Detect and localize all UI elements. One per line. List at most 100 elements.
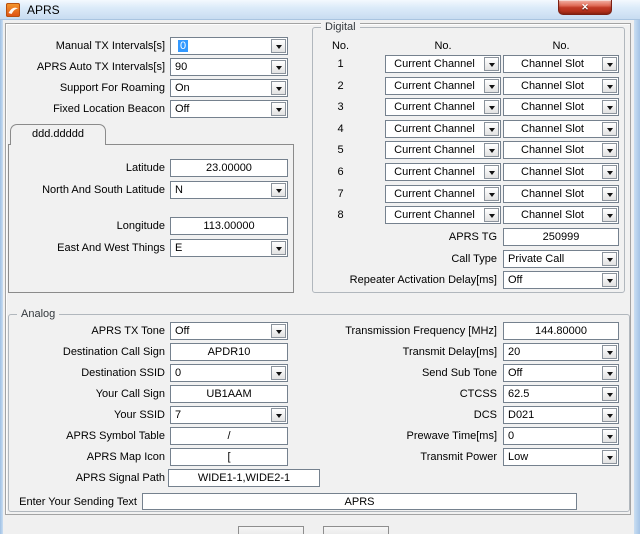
fixed-location-beacon-label: Fixed Location Beacon xyxy=(2,100,165,118)
digital-row-no: 4 xyxy=(318,120,363,138)
digital-channel-select-2[interactable]: Current Channel xyxy=(385,77,501,95)
digital-slot-select-5[interactable]: Channel Slot xyxy=(503,141,619,159)
prewave-time-label: Prewave Time[ms] xyxy=(280,427,497,445)
destination-ssid-select[interactable]: 0 xyxy=(170,364,288,382)
dropdown-arrow-icon[interactable] xyxy=(484,122,499,136)
dropdown-arrow-icon[interactable] xyxy=(602,57,617,71)
your-ssid-select[interactable]: 7 xyxy=(170,406,288,424)
digital-slot-select-8[interactable]: Channel Slot xyxy=(503,206,619,224)
bottom-button-left[interactable] xyxy=(238,526,304,534)
dropdown-arrow-icon[interactable] xyxy=(484,143,499,157)
transmit-delay-select[interactable]: 20 xyxy=(503,343,619,361)
aprs-tg-field[interactable]: 250999 xyxy=(503,228,619,246)
digital-group-label: Digital xyxy=(321,20,360,34)
transmission-frequency-field[interactable]: 144.80000 xyxy=(503,322,619,340)
sending-text-field[interactable]: APRS xyxy=(142,493,577,510)
ctcss-label: CTCSS xyxy=(280,385,497,403)
longitude-field[interactable]: 113.00000 xyxy=(170,217,288,235)
dropdown-arrow-icon[interactable] xyxy=(271,81,286,95)
east-west-select[interactable]: E xyxy=(170,239,288,257)
aprs-tx-tone-select[interactable]: Off xyxy=(170,322,288,340)
app-logo-icon xyxy=(6,3,20,17)
fixed-location-beacon-select[interactable]: Off xyxy=(170,100,288,118)
latitude-field[interactable]: 23.00000 xyxy=(170,159,288,177)
dropdown-arrow-icon[interactable] xyxy=(484,57,499,71)
aprs-tg-label: APRS TG xyxy=(280,228,497,246)
aprs-signal-path-field[interactable]: WIDE1-1,WIDE2-1 xyxy=(168,469,320,487)
digital-row-no: 7 xyxy=(318,185,363,203)
transmit-delay-label: Transmit Delay[ms] xyxy=(280,343,497,361)
your-call-sign-field[interactable]: UB1AAM xyxy=(170,385,288,403)
dropdown-arrow-icon[interactable] xyxy=(602,208,617,222)
digital-slot-select-2[interactable]: Channel Slot xyxy=(503,77,619,95)
digital-row-no: 1 xyxy=(318,55,363,73)
dropdown-arrow-icon[interactable] xyxy=(602,100,617,114)
dropdown-arrow-icon[interactable] xyxy=(271,60,286,74)
dropdown-arrow-icon[interactable] xyxy=(602,273,617,287)
dropdown-arrow-icon[interactable] xyxy=(602,252,617,266)
east-west-label: East And West Things xyxy=(2,239,165,257)
dropdown-arrow-icon[interactable] xyxy=(271,102,286,116)
digital-slot-select-1[interactable]: Channel Slot xyxy=(503,55,619,73)
repeater-activation-delay-select[interactable]: Off xyxy=(503,271,619,289)
dropdown-arrow-icon[interactable] xyxy=(602,187,617,201)
dcs-select[interactable]: D021 xyxy=(503,406,619,424)
digital-channel-select-7[interactable]: Current Channel xyxy=(385,185,501,203)
dropdown-arrow-icon[interactable] xyxy=(271,39,286,53)
latitude-label: Latitude xyxy=(2,159,165,177)
send-sub-tone-label: Send Sub Tone xyxy=(280,364,497,382)
prewave-time-select[interactable]: 0 xyxy=(503,427,619,445)
aprs-auto-tx-intervals-label: APRS Auto TX Intervals[s] xyxy=(2,58,165,76)
destination-call-sign-label: Destination Call Sign xyxy=(2,343,165,361)
dropdown-arrow-icon[interactable] xyxy=(602,429,617,443)
ctcss-select[interactable]: 62.5 xyxy=(503,385,619,403)
aprs-signal-path-label: APRS Signal Path xyxy=(2,469,165,487)
digital-slot-select-4[interactable]: Channel Slot xyxy=(503,120,619,138)
north-south-label: North And South Latitude xyxy=(2,181,165,199)
digital-slot-select-3[interactable]: Channel Slot xyxy=(503,98,619,116)
support-for-roaming-label: Support For Roaming xyxy=(2,79,165,97)
call-type-select[interactable]: Private Call xyxy=(503,250,619,268)
digital-row-no: 2 xyxy=(318,77,363,95)
dropdown-arrow-icon[interactable] xyxy=(602,165,617,179)
digital-slot-select-7[interactable]: Channel Slot xyxy=(503,185,619,203)
sending-text-label: Enter Your Sending Text xyxy=(0,493,137,511)
digital-slot-select-6[interactable]: Channel Slot xyxy=(503,163,619,181)
digital-channel-select-1[interactable]: Current Channel xyxy=(385,55,501,73)
destination-ssid-label: Destination SSID xyxy=(2,364,165,382)
dropdown-arrow-icon[interactable] xyxy=(602,143,617,157)
digital-channel-select-3[interactable]: Current Channel xyxy=(385,98,501,116)
dropdown-arrow-icon[interactable] xyxy=(484,100,499,114)
digital-channel-select-6[interactable]: Current Channel xyxy=(385,163,501,181)
dropdown-arrow-icon[interactable] xyxy=(602,122,617,136)
aprs-auto-tx-intervals-select[interactable]: 90 xyxy=(170,58,288,76)
dropdown-arrow-icon[interactable] xyxy=(484,165,499,179)
dropdown-arrow-icon[interactable] xyxy=(602,387,617,401)
dropdown-arrow-icon[interactable] xyxy=(484,79,499,93)
support-for-roaming-select[interactable]: On xyxy=(170,79,288,97)
dropdown-arrow-icon[interactable] xyxy=(484,208,499,222)
manual-tx-intervals-select[interactable]: 0 xyxy=(170,37,288,55)
digital-channel-select-5[interactable]: Current Channel xyxy=(385,141,501,159)
aprs-symbol-table-field[interactable]: / xyxy=(170,427,288,445)
transmit-power-select[interactable]: Low xyxy=(503,448,619,466)
digital-channel-select-8[interactable]: Current Channel xyxy=(385,206,501,224)
dropdown-arrow-icon[interactable] xyxy=(271,183,286,197)
bottom-button-right[interactable] xyxy=(323,526,389,534)
your-ssid-label: Your SSID xyxy=(2,406,165,424)
north-south-select[interactable]: N xyxy=(170,181,288,199)
dropdown-arrow-icon[interactable] xyxy=(602,408,617,422)
aprs-map-icon-field[interactable]: [ xyxy=(170,448,288,466)
close-button[interactable]: ✕ xyxy=(558,0,612,15)
dropdown-arrow-icon[interactable] xyxy=(484,187,499,201)
dropdown-arrow-icon[interactable] xyxy=(602,79,617,93)
send-sub-tone-select[interactable]: Off xyxy=(503,364,619,382)
digital-channel-select-4[interactable]: Current Channel xyxy=(385,120,501,138)
dropdown-arrow-icon[interactable] xyxy=(602,450,617,464)
digital-row-no: 6 xyxy=(318,163,363,181)
tab-ddd-ddddd[interactable]: ddd.ddddd xyxy=(10,124,106,145)
dropdown-arrow-icon[interactable] xyxy=(602,345,617,359)
analog-group-label: Analog xyxy=(17,307,59,321)
destination-call-sign-field[interactable]: APDR10 xyxy=(170,343,288,361)
dropdown-arrow-icon[interactable] xyxy=(602,366,617,380)
